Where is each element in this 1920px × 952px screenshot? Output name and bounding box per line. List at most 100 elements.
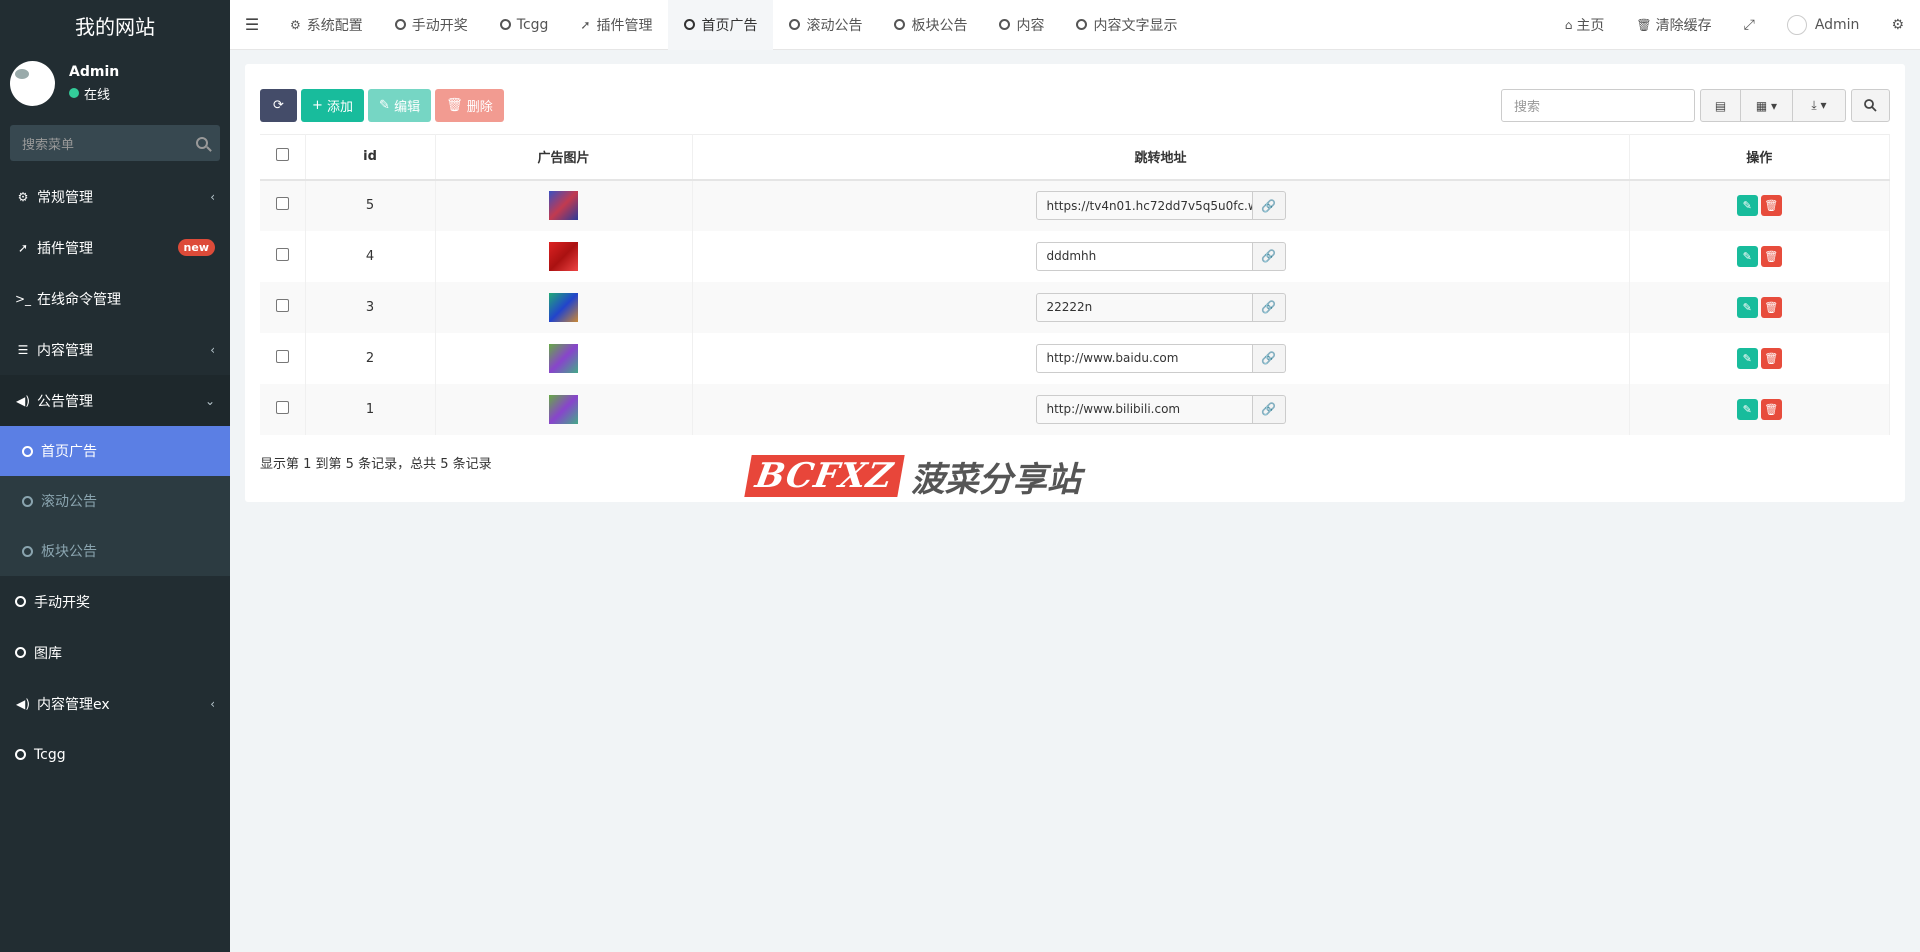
- url-field[interactable]: https://tv4n01.hc72dd7v5q5u0fc.worl: [1035, 191, 1253, 220]
- sidebar-item-notices[interactable]: ◀) 公告管理 ⌄: [0, 375, 230, 426]
- chevron-left-icon: ‹: [210, 342, 215, 357]
- row-edit-button[interactable]: ✎: [1736, 195, 1758, 216]
- tab-content-text[interactable]: 内容文字显示: [1060, 0, 1193, 50]
- link-icon[interactable]: 🔗: [1252, 292, 1286, 322]
- tab-bar: ⚙ 系统配置 手动开奖 Tcgg ➚ 插件管理 首页广告 滚动公告 板块公告 内容 …: [274, 0, 1193, 50]
- edit-button[interactable]: ✎ 编辑: [368, 89, 432, 122]
- chevron-down-icon: ⌄: [204, 393, 215, 408]
- circle-icon: [15, 647, 26, 658]
- ad-thumbnail[interactable]: [549, 394, 578, 424]
- select-all-checkbox[interactable]: [260, 134, 306, 181]
- sidebar-item-terminal[interactable]: >_ 在线命令管理: [0, 273, 230, 324]
- bullhorn-icon: ◀): [16, 393, 30, 408]
- table-search-input[interactable]: 搜索: [1501, 89, 1695, 122]
- row-checkbox[interactable]: [275, 298, 289, 312]
- circle-icon: [22, 445, 33, 457]
- row-delete-button[interactable]: 🗑: [1760, 347, 1782, 369]
- tab-scroll-notice[interactable]: 滚动公告: [773, 0, 878, 50]
- tab-board-notice[interactable]: 板块公告: [878, 0, 983, 50]
- row-edit-button[interactable]: ✎: [1736, 347, 1758, 369]
- row-checkbox[interactable]: [275, 400, 289, 414]
- sidebar-item-home-ads[interactable]: 首页广告: [0, 426, 230, 476]
- plus-icon: +: [312, 98, 328, 113]
- toolbar: ⟳ + 添加 ✎ 编辑 🗑 删除: [260, 89, 504, 122]
- home-link[interactable]: ⌂ 主页: [1549, 15, 1621, 35]
- refresh-button[interactable]: ⟳: [260, 89, 297, 122]
- online-dot-icon: [69, 88, 79, 98]
- home-icon: ⌂: [1564, 17, 1573, 32]
- col-url[interactable]: 跳转地址: [692, 134, 1630, 181]
- search-icon: [1864, 99, 1877, 112]
- circle-icon: [1076, 19, 1088, 30]
- ad-thumbnail[interactable]: [549, 343, 578, 373]
- link-icon[interactable]: 🔗: [1252, 394, 1286, 424]
- sidebar-item-scroll-notice[interactable]: 滚动公告: [0, 476, 230, 526]
- row-edit-button[interactable]: ✎: [1736, 245, 1758, 267]
- sidebar-item-plugins[interactable]: ➚ 插件管理 new: [0, 222, 230, 273]
- link-icon[interactable]: 🔗: [1252, 191, 1286, 220]
- tab-tcgg[interactable]: Tcgg: [484, 0, 565, 50]
- circle-icon: [15, 749, 26, 760]
- tab-home-ads[interactable]: 首页广告: [668, 0, 774, 50]
- link-icon[interactable]: 🔗: [1252, 241, 1286, 271]
- sidebar-item-gallery[interactable]: 图库: [0, 627, 230, 678]
- export-button[interactable]: ⤓ ▾: [1793, 90, 1845, 121]
- url-field[interactable]: http://www.bilibili.com: [1035, 394, 1253, 424]
- sidebar-item-content-ex[interactable]: ◀) 内容管理ex ‹: [0, 678, 230, 729]
- link-icon[interactable]: 🔗: [1252, 343, 1286, 373]
- row-checkbox[interactable]: [275, 197, 289, 210]
- row-id: 3: [305, 281, 436, 333]
- row-id: 5: [305, 179, 436, 231]
- sidebar-item-board-notice[interactable]: 板块公告: [0, 526, 230, 576]
- cogs-icon: ⚙: [17, 189, 29, 204]
- sidebar-item-tcgg[interactable]: Tcgg: [0, 729, 230, 780]
- row-delete-button[interactable]: 🗑: [1760, 296, 1782, 318]
- columns-button[interactable]: ▦ ▾: [1741, 90, 1793, 121]
- expand-icon: ⤢: [1743, 16, 1755, 33]
- row-delete-button[interactable]: 🗑: [1760, 398, 1782, 420]
- circle-icon: [499, 19, 511, 30]
- url-field[interactable]: 22222n: [1035, 292, 1253, 322]
- sidebar-item-general[interactable]: ⚙ 常规管理 ‹: [0, 171, 230, 222]
- table-row: 5 https://tv4n01.hc72dd7v5q5u0fc.worl 🔗 ✎…: [260, 179, 1890, 231]
- sidebar-item-content[interactable]: ☰ 内容管理 ‹: [0, 324, 230, 375]
- ad-thumbnail[interactable]: [549, 241, 578, 271]
- row-checkbox[interactable]: [275, 247, 289, 261]
- row-delete-button[interactable]: 🗑: [1760, 245, 1782, 267]
- row-edit-button[interactable]: ✎: [1736, 398, 1758, 420]
- row-checkbox[interactable]: [275, 349, 289, 363]
- tab-system-config[interactable]: ⚙ 系统配置: [274, 0, 379, 50]
- tab-manual-draw[interactable]: 手动开奖: [379, 0, 484, 50]
- fullscreen-button[interactable]: ⤢: [1728, 17, 1771, 33]
- delete-button[interactable]: 🗑 删除: [435, 89, 504, 122]
- brand-logo[interactable]: 我的网站: [0, 0, 230, 50]
- col-id[interactable]: id: [305, 134, 436, 181]
- advanced-search-button[interactable]: [1851, 89, 1890, 122]
- admin-menu[interactable]: Admin: [1771, 14, 1876, 35]
- tab-plugins[interactable]: ➚ 插件管理: [564, 0, 668, 50]
- url-field[interactable]: dddmhh: [1035, 241, 1253, 271]
- sidebar-item-manual-draw[interactable]: 手动开奖: [0, 576, 230, 627]
- row-delete-button[interactable]: 🗑: [1760, 195, 1782, 216]
- row-edit-button[interactable]: ✎: [1736, 296, 1758, 318]
- circle-icon: [22, 545, 33, 557]
- row-id: 2: [305, 332, 436, 384]
- circle-icon: [22, 495, 33, 507]
- settings-button[interactable]: ⚙: [1875, 17, 1920, 33]
- toggle-view-button[interactable]: ▤: [1701, 90, 1741, 121]
- ad-thumbnail[interactable]: [549, 292, 578, 322]
- search-icon[interactable]: [196, 137, 208, 149]
- url-field[interactable]: http://www.baidu.com: [1035, 343, 1253, 373]
- ad-thumbnail[interactable]: [549, 191, 578, 220]
- chevron-left-icon: ‹: [210, 189, 215, 204]
- add-button[interactable]: + 添加: [301, 89, 365, 122]
- sidebar-toggle-icon[interactable]: ☰: [230, 0, 274, 50]
- pencil-icon: ✎: [379, 98, 395, 113]
- tab-content[interactable]: 内容: [983, 0, 1060, 50]
- sidebar-search-input[interactable]: 搜索菜单: [10, 125, 220, 161]
- table-icon: ▤: [1714, 98, 1727, 113]
- col-image[interactable]: 广告图片: [435, 134, 693, 181]
- clear-cache-button[interactable]: 🗑 清除缓存: [1620, 15, 1727, 35]
- table-row: 2 http://www.baidu.com 🔗 ✎ 🗑: [260, 332, 1890, 384]
- watermark: BCFXZ 菠菜分享站: [744, 455, 1081, 500]
